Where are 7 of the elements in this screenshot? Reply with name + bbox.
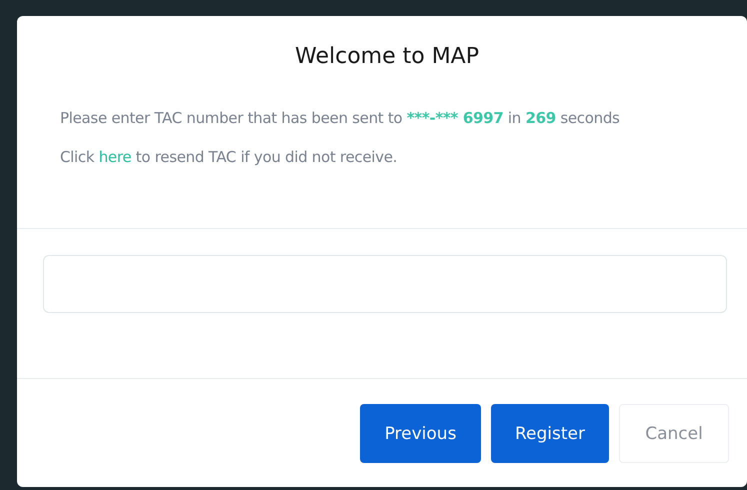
dialog-button[interactable]: Register — [491, 404, 609, 463]
resend-instruction-text: Click here to resend TAC if you did not receive. — [60, 148, 398, 166]
tac-instruction-text: Please enter TAC number that has been sent to ***-*** 6997 in 269 seconds — [60, 109, 621, 127]
dialog-button[interactable]: Cancel — [619, 404, 729, 463]
dialog-title: Welcome to MAP — [294, 44, 480, 69]
dialog-button[interactable]: Previous — [360, 404, 481, 463]
tac-input-field[interactable] — [43, 255, 727, 313]
